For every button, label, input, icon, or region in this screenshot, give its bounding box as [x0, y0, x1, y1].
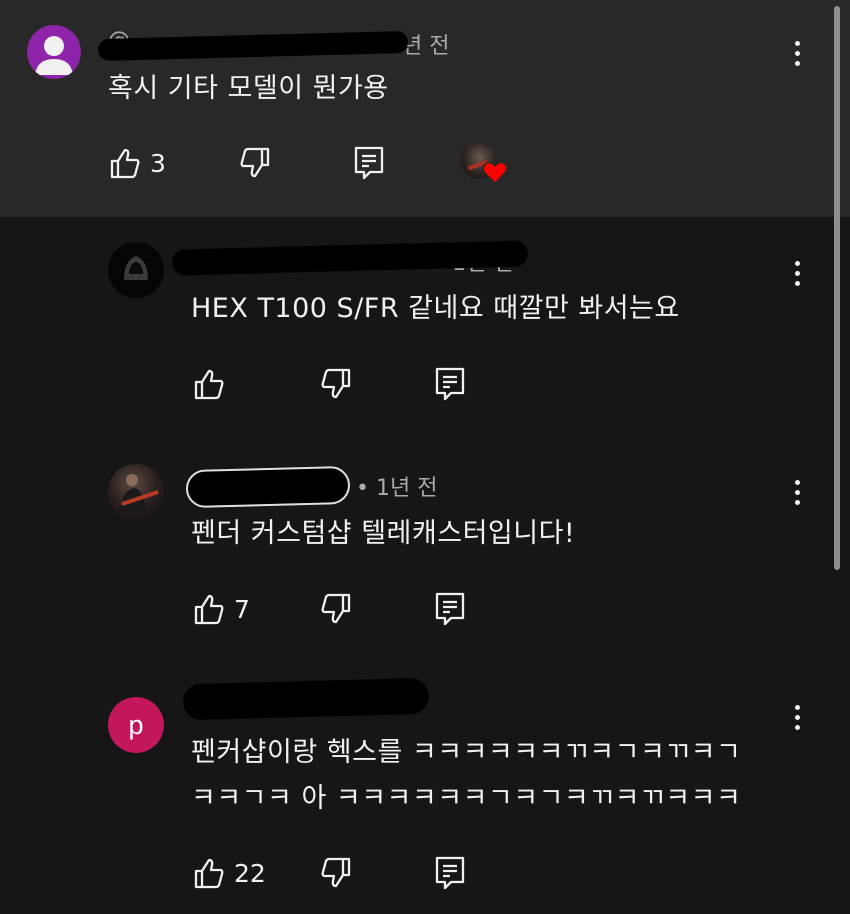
reply-button[interactable] [353, 143, 385, 183]
like-count: 7 [234, 594, 250, 624]
reply-icon [354, 146, 384, 180]
redaction-mark [97, 30, 409, 62]
redaction-mark [182, 677, 430, 721]
comment-text-line-2: ㅋㅋㄱㅋ 아 ㅋㅋㅋㅋㅋㅋㄱㅋㄱㅋㄲㅋㄲㅋㅋㅋ [191, 783, 742, 814]
avatar-letter: p [128, 709, 144, 740]
dislike-button[interactable] [238, 143, 272, 183]
heart-icon [482, 161, 508, 185]
guitarist-photo-icon [120, 474, 159, 512]
comment-thread: @ 1년 전 혹시 기타 모델이 뭔가용 3 [0, 0, 850, 914]
reply-comment: p @ 펜커샵이랑 헥스를 ㅋㅋㅋㅋㅋㅋㄲㅋㄱㅋㄲㅋㄱ ㅋㅋㄱㅋ 아 ㅋㅋㅋㅋㅋ… [0, 667, 850, 914]
avatar[interactable]: p [108, 697, 164, 753]
reply-button[interactable] [434, 364, 466, 404]
like-button[interactable]: 3 [108, 143, 166, 183]
person-icon [35, 36, 73, 75]
thumbs-up-icon [194, 858, 224, 889]
thumbs-down-icon [321, 368, 351, 399]
comment-text: 혹시 기타 모델이 뭔가용 [108, 73, 389, 104]
redaction-mark [185, 465, 351, 509]
scrollbar[interactable] [834, 6, 840, 570]
thumbs-down-icon [321, 857, 351, 888]
reply-icon [435, 367, 465, 401]
reply-icon [435, 592, 465, 626]
like-button[interactable]: 22 [192, 853, 266, 893]
thumbs-up-icon [194, 369, 224, 400]
like-button[interactable] [192, 364, 226, 404]
comment-time: • 1년 전 [356, 476, 438, 501]
dislike-button[interactable] [319, 853, 353, 893]
avatar[interactable] [108, 242, 164, 298]
more-options-icon[interactable] [782, 255, 812, 291]
thumbs-up-icon [110, 148, 140, 179]
more-options-icon[interactable] [782, 474, 812, 510]
comment-text: HEX T100 S/FR 같네요 때깔만 봐서는요 [191, 293, 680, 324]
dislike-button[interactable] [319, 364, 353, 404]
thumbs-down-icon [240, 147, 270, 178]
like-count: 22 [234, 858, 266, 888]
comment-text: 펜더 커스텀샵 텔레캐스터입니다! [191, 518, 576, 549]
creator-heart [460, 143, 510, 187]
avatar[interactable] [108, 464, 164, 520]
hooded-figure-icon [124, 256, 148, 280]
reply-button[interactable] [434, 589, 466, 629]
more-options-icon[interactable] [782, 699, 812, 735]
thumbs-up-icon [194, 594, 224, 625]
like-count: 3 [150, 148, 166, 178]
like-button[interactable]: 7 [192, 589, 250, 629]
more-options-icon[interactable] [782, 35, 812, 71]
reply-comment: • 1년 전 펜더 커스텀샵 텔레캐스터입니다! 7 [0, 442, 850, 667]
reply-button[interactable] [434, 853, 466, 893]
dislike-button[interactable] [319, 589, 353, 629]
avatar[interactable] [27, 25, 81, 79]
parent-comment: @ 1년 전 혹시 기타 모델이 뭔가용 3 [0, 0, 850, 217]
comment-text-line-1: 펜커샵이랑 헥스를 ㅋㅋㅋㅋㅋㅋㄲㅋㄱㅋㄲㅋㄱ [191, 737, 742, 768]
thumbs-down-icon [321, 593, 351, 624]
reply-comment: 1년 전 HEX T100 S/FR 같네요 때깔만 봐서는요 [0, 217, 850, 442]
reply-icon [435, 856, 465, 890]
